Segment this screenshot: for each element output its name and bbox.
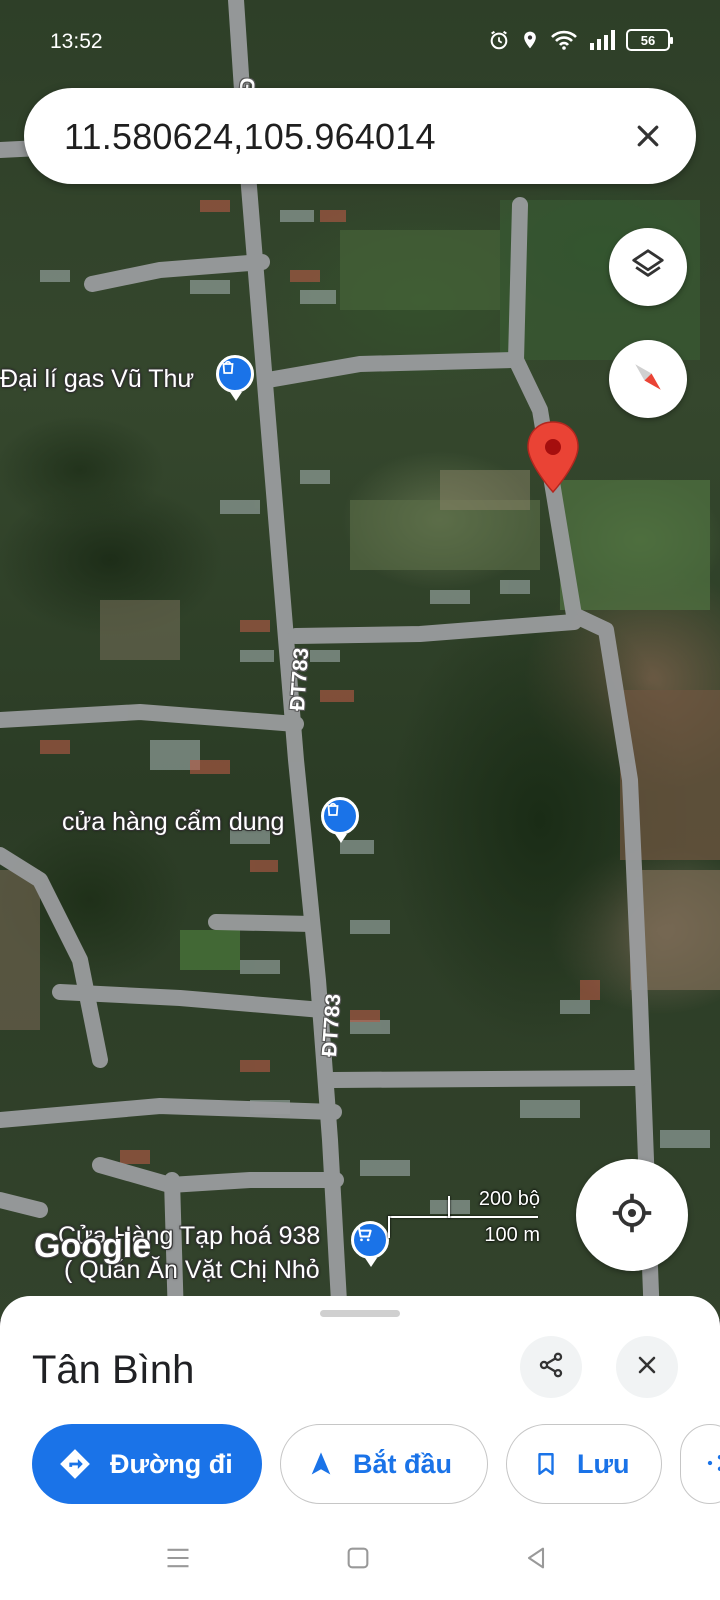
- shopping-bag-icon[interactable]: [321, 797, 359, 843]
- status-time: 13:52: [50, 30, 103, 53]
- shopping-bag-icon[interactable]: [216, 355, 254, 401]
- menu-icon[interactable]: [156, 1536, 200, 1580]
- drag-handle[interactable]: [320, 1310, 400, 1317]
- share-icon: [705, 1449, 720, 1480]
- compass-button[interactable]: [609, 340, 687, 418]
- search-input[interactable]: 11.580624,105.964014: [64, 116, 436, 158]
- back-icon[interactable]: [514, 1536, 558, 1580]
- directions-label: Đường đi: [110, 1448, 233, 1479]
- scale-label-meters: 100 m: [484, 1224, 540, 1246]
- more-actions-chip[interactable]: [680, 1424, 720, 1504]
- system-nav-bar: [0, 1520, 720, 1600]
- action-chips: Đường đi Bắt đầu Lưu: [32, 1424, 720, 1504]
- home-icon[interactable]: [336, 1536, 380, 1580]
- bookmark-icon: [533, 1449, 559, 1479]
- layers-icon: [629, 246, 667, 289]
- directions-icon: [58, 1447, 92, 1481]
- save-button[interactable]: Lưu: [506, 1424, 662, 1504]
- scale-bar: 200 bộ 100 m: [388, 1184, 548, 1254]
- close-button[interactable]: [616, 1336, 678, 1398]
- place-label-gas[interactable]: Đại lí gas Vũ Thư: [0, 365, 194, 394]
- signal-icon: [588, 29, 616, 51]
- location-pin-icon[interactable]: [526, 420, 580, 494]
- layers-button[interactable]: [609, 228, 687, 306]
- my-location-icon: [610, 1191, 654, 1240]
- compass-icon: [626, 355, 670, 404]
- alarm-icon: [488, 29, 510, 51]
- shopping-cart-icon[interactable]: [351, 1221, 389, 1267]
- road-label: ĐT783: [318, 993, 346, 1058]
- place-bottom-sheet[interactable]: Tân Bình Đường đi Bắt đầu Lưu: [0, 1296, 720, 1600]
- directions-button[interactable]: Đường đi: [32, 1424, 262, 1504]
- share-icon: [537, 1351, 565, 1384]
- navigation-arrow-icon: [307, 1449, 335, 1479]
- scale-tick: [448, 1196, 450, 1218]
- satellite-map[interactable]: ĐT783 ĐT783 Đ Đại lí gas Vũ Thư cửa hàng…: [0, 0, 720, 1320]
- my-location-button[interactable]: [576, 1159, 688, 1271]
- search-bar[interactable]: 11.580624,105.964014: [24, 88, 696, 184]
- location-icon: [520, 29, 540, 51]
- place-label-cam-dung[interactable]: cửa hàng cẩm dung: [62, 808, 284, 837]
- road-label: ĐT783: [286, 647, 314, 712]
- start-button[interactable]: Bắt đầu: [280, 1424, 488, 1504]
- battery-icon: 56: [626, 29, 673, 51]
- close-icon: [635, 1353, 659, 1382]
- place-title: Tân Bình: [32, 1348, 195, 1392]
- status-icons: 56: [488, 29, 673, 51]
- scale-line: [388, 1216, 538, 1218]
- share-button[interactable]: [520, 1336, 582, 1398]
- google-logo: Google: [34, 1227, 152, 1265]
- save-label: Lưu: [577, 1448, 630, 1479]
- status-bar: 13:52 56: [0, 0, 720, 84]
- map-features: [0, 0, 720, 1320]
- scale-label-feet: 200 bộ: [478, 1188, 540, 1210]
- wifi-icon: [550, 29, 578, 51]
- scale-tick: [388, 1216, 390, 1238]
- close-icon[interactable]: [628, 116, 668, 156]
- start-label: Bắt đầu: [353, 1448, 453, 1479]
